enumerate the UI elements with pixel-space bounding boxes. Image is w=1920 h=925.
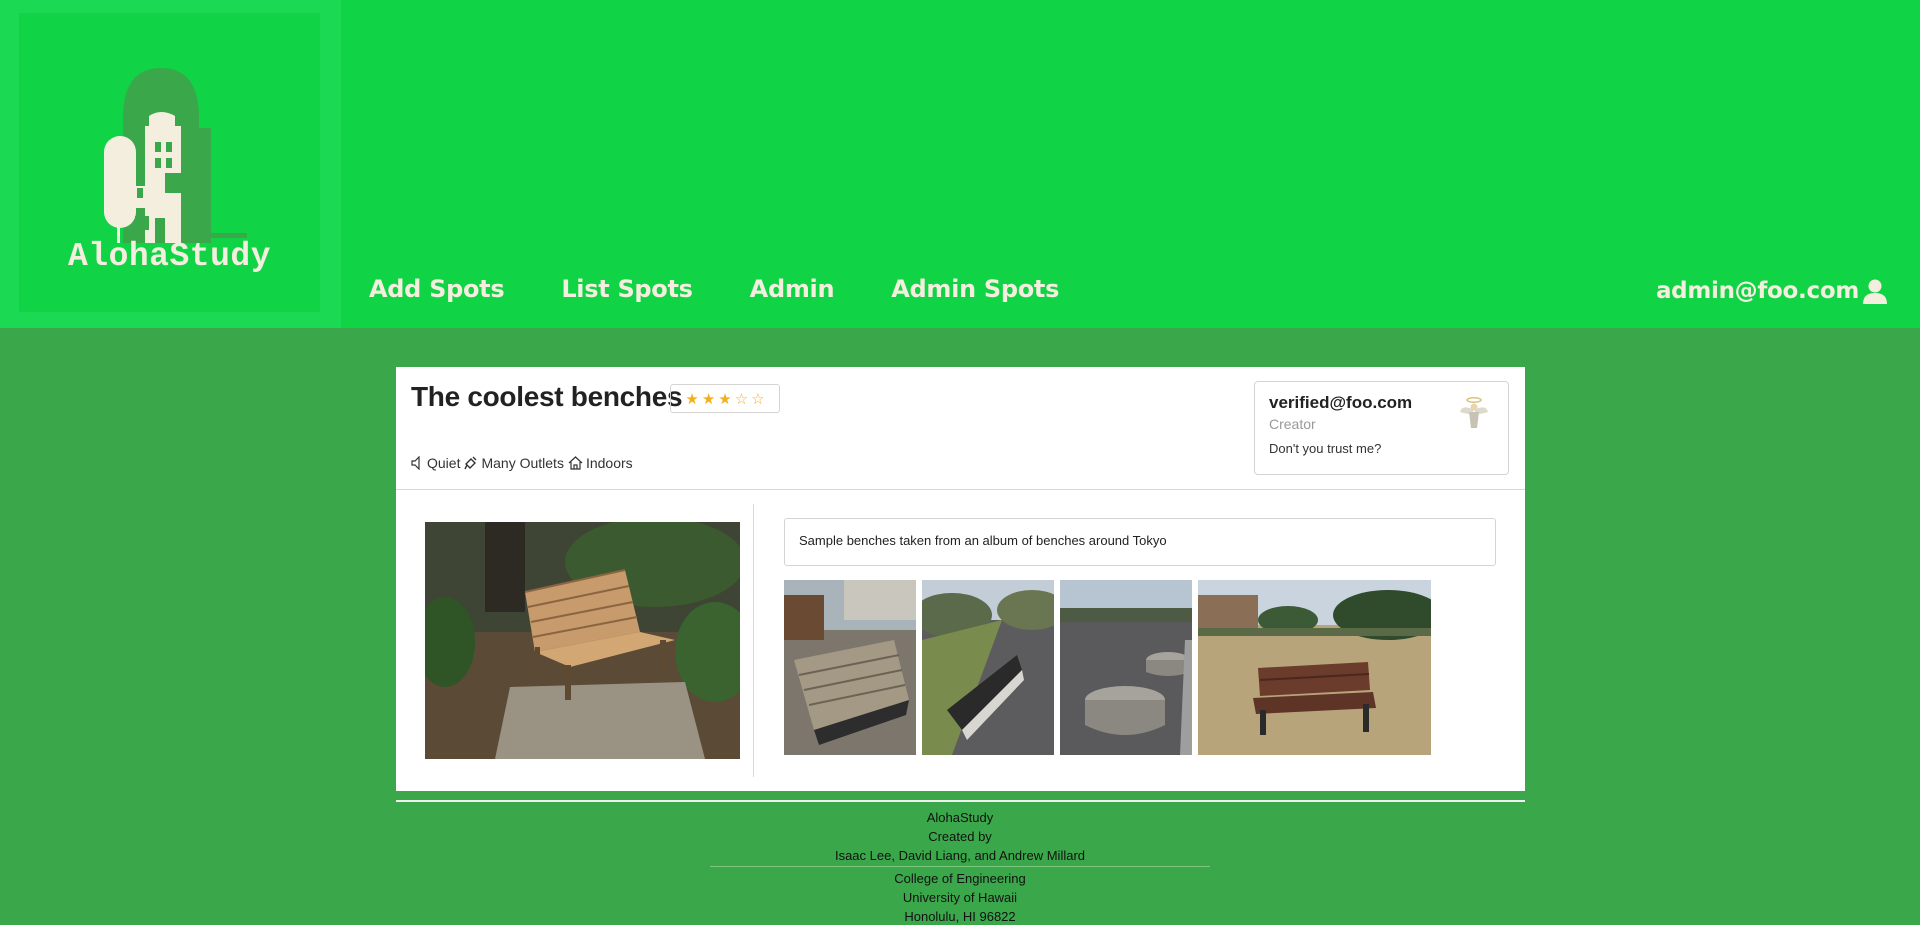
spot-card-header: The coolest benches ★ ★ ★ ☆ ☆ Quiet Many…: [396, 367, 1525, 490]
star-empty-icon[interactable]: ☆: [751, 390, 764, 408]
star-filled-icon[interactable]: ★: [718, 390, 731, 408]
bench-thumbnail-1[interactable]: [784, 580, 916, 755]
brand-name: AlohaStudy: [67, 238, 272, 275]
nav-list-spots[interactable]: List Spots: [561, 275, 693, 303]
tag-many-outlets: Many Outlets: [464, 455, 564, 471]
spot-card-body: Sample benches taken from an album of be…: [396, 491, 1525, 791]
logo-panel[interactable]: AlohaStudy: [0, 0, 341, 328]
main-nav: Add Spots List Spots Admin Admin Spots: [369, 275, 1116, 303]
logo-box[interactable]: AlohaStudy: [19, 13, 320, 312]
footer-authors: Isaac Lee, David Liang, and Andrew Milla…: [834, 848, 1086, 863]
tag-quiet: Quiet: [411, 455, 460, 471]
nav-add-spots[interactable]: Add Spots: [369, 275, 505, 303]
nav-admin-spots[interactable]: Admin Spots: [891, 275, 1059, 303]
speaker-icon: [411, 456, 420, 470]
angel-avatar-icon: [1460, 397, 1488, 428]
site-footer: AlohaStudy Created by Isaac Lee, David L…: [0, 808, 1920, 925]
star-filled-icon[interactable]: ★: [685, 390, 698, 408]
tag-indoors: Indoors: [568, 455, 633, 471]
main-bench-photo[interactable]: [425, 522, 740, 759]
spot-tags: Quiet Many Outlets Indoors: [411, 455, 633, 471]
spot-card: The coolest benches ★ ★ ★ ☆ ☆ Quiet Many…: [396, 367, 1525, 791]
spot-title: The coolest benches: [411, 381, 683, 412]
footer-divider: [396, 800, 1525, 802]
footer-address: Honolulu, HI 96822: [904, 909, 1016, 924]
star-filled-icon[interactable]: ★: [702, 390, 715, 408]
plug-icon: [464, 456, 477, 470]
house-icon: [568, 456, 583, 470]
nav-admin[interactable]: Admin: [750, 275, 835, 303]
spot-description: Sample benches taken from an album of be…: [784, 518, 1496, 566]
star-empty-icon[interactable]: ☆: [735, 390, 748, 408]
user-menu[interactable]: admin@foo.com: [1656, 278, 1888, 304]
site-header: AlohaStudy Add Spots List Spots Admin Ad…: [0, 0, 1920, 328]
star-rating[interactable]: ★ ★ ★ ☆ ☆: [670, 384, 780, 413]
vertical-divider: [753, 504, 754, 777]
footer-college: College of Engineering: [894, 871, 1026, 886]
footer-separator: [710, 866, 1210, 867]
user-email: admin@foo.com: [1655, 278, 1859, 304]
user-icon: [1863, 279, 1887, 304]
creator-card: verified@foo.com Creator Don't you trust…: [1254, 381, 1509, 475]
footer-university: University of Hawaii: [902, 890, 1018, 905]
logo-icon: [104, 68, 247, 243]
bench-thumbnail-3[interactable]: [1060, 580, 1192, 755]
footer-created-by: Created by: [928, 829, 992, 844]
creator-quote: Don't you trust me?: [1269, 441, 1382, 456]
bench-thumbnail-2[interactable]: [922, 580, 1054, 755]
footer-brand: AlohaStudy: [926, 810, 994, 825]
bench-thumbnail-4[interactable]: [1198, 580, 1431, 755]
